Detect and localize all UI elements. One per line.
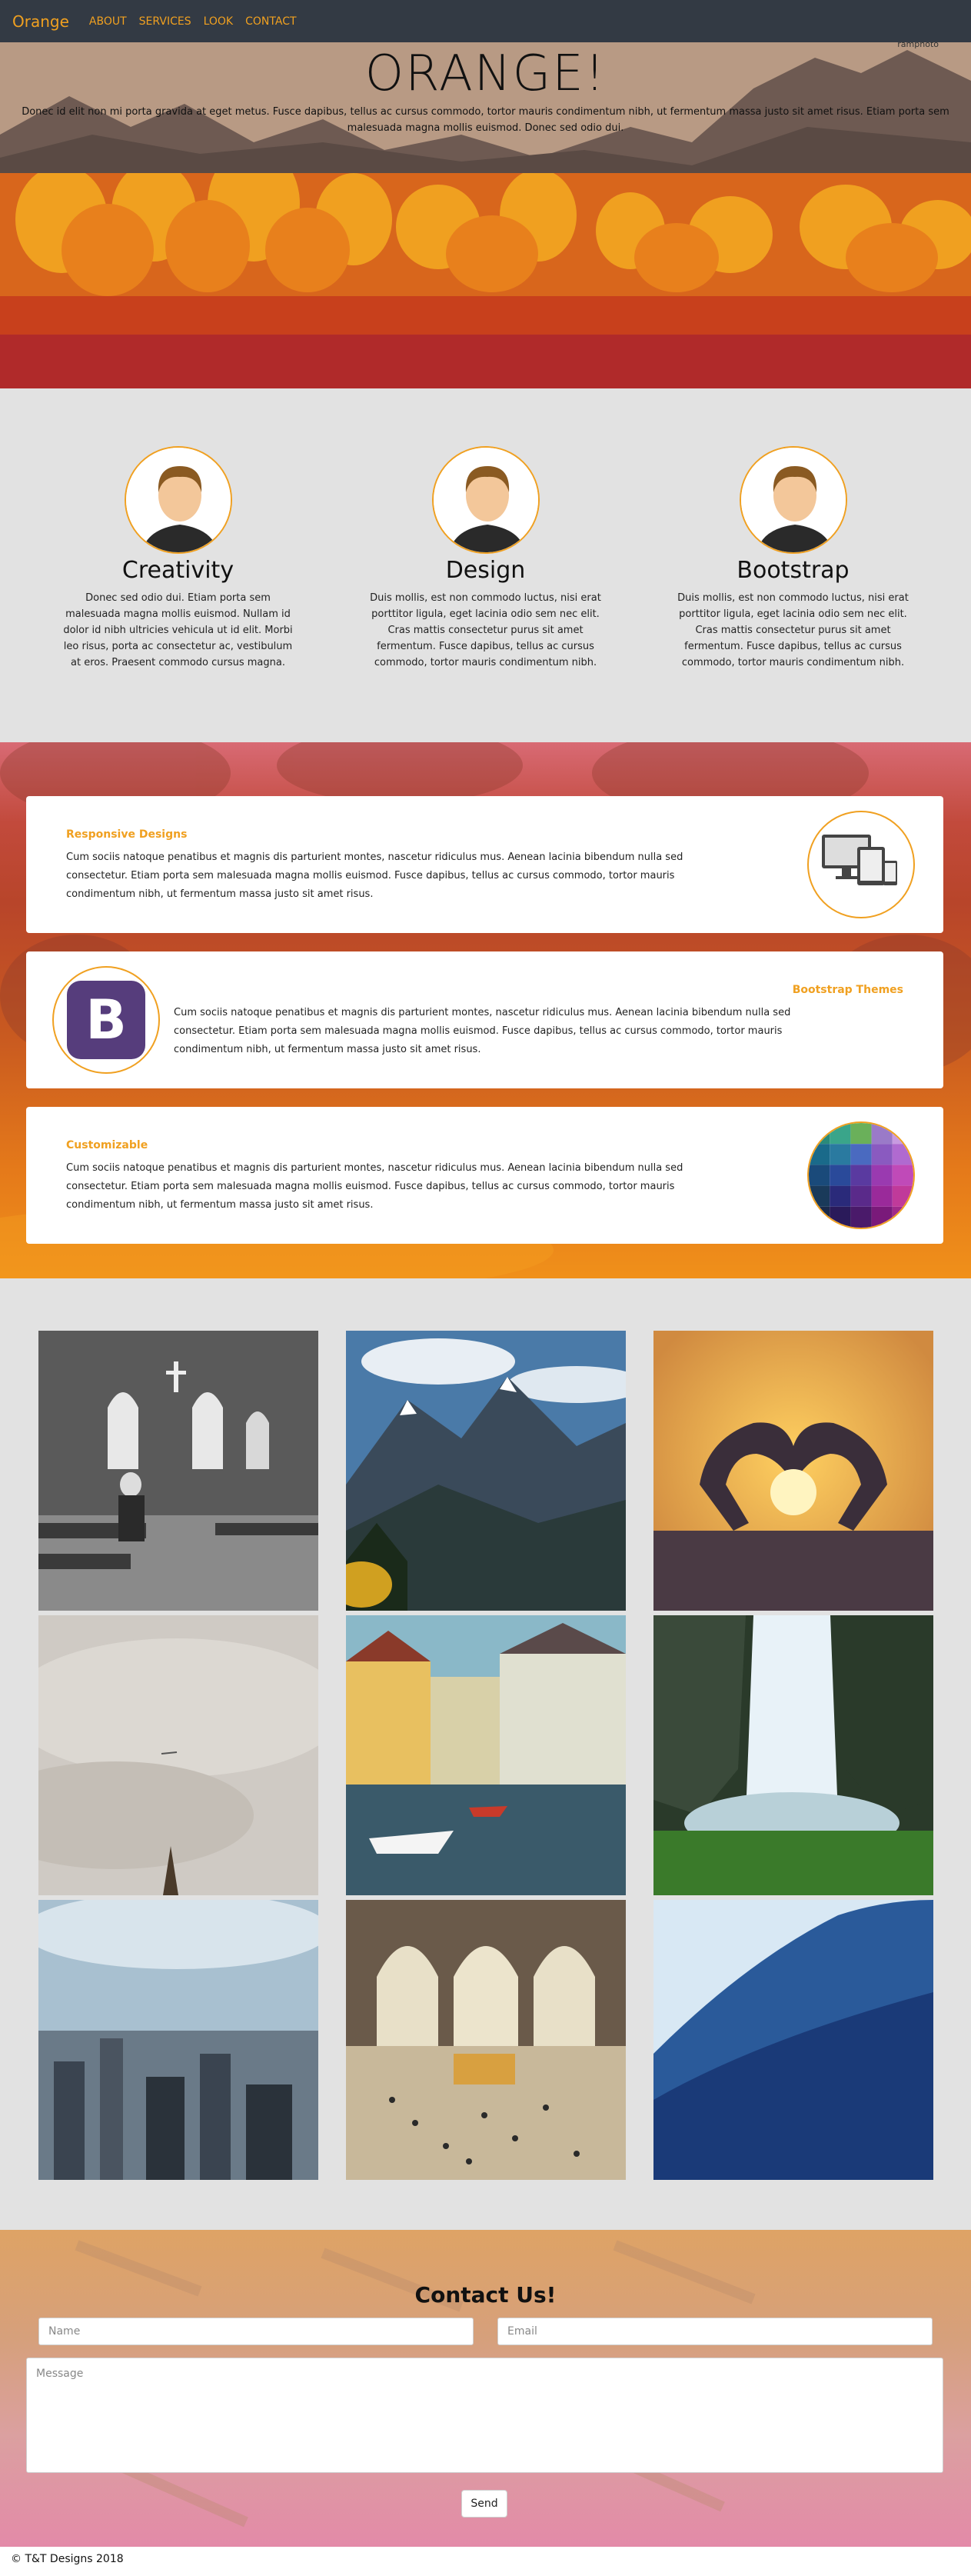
navbar: Orange ABOUT SERVICES LOOK CONTACT <box>0 0 971 42</box>
gallery-section <box>0 1278 971 2230</box>
gallery-image-ocean-wave[interactable] <box>653 1900 933 2180</box>
feature-design: Design Duis mollis, est non commodo luct… <box>332 446 640 742</box>
features-section: Creativity Donec sed odio dui. Etiam por… <box>0 388 971 742</box>
card-title: Customizable <box>66 1139 148 1151</box>
card-responsive-designs: Responsive Designs Cum sociis natoque pe… <box>26 796 943 933</box>
hero-text: Donec id elit non mi porta gravida at eg… <box>22 106 949 134</box>
gallery-image-waterfall[interactable] <box>653 1615 933 1895</box>
feature-title: Design <box>445 557 526 584</box>
feature-bootstrap: Bootstrap Duis mollis, est non commodo l… <box>640 446 947 742</box>
autumn-forest-image <box>0 173 971 388</box>
services-section: Responsive Designs Cum sociis natoque pe… <box>0 742 971 1278</box>
gallery-image-cloudy-sky[interactable] <box>38 1615 318 1895</box>
card-customizable: Customizable Cum sociis natoque penatibu… <box>26 1107 943 1244</box>
gallery-image-mountain[interactable] <box>346 1331 626 1611</box>
nav-link-about[interactable]: ABOUT <box>89 15 127 28</box>
card-text: Cum sociis natoque penatibus et magnis d… <box>66 851 683 900</box>
contact-title: Contact Us! <box>414 2282 557 2308</box>
copyright-text: © T&T Designs 2018 <box>11 2553 124 2565</box>
nav-link-services[interactable]: SERVICES <box>139 15 191 28</box>
nav-link-look[interactable]: LOOK <box>204 15 234 28</box>
feature-title: Creativity <box>121 557 234 584</box>
gallery-image-church[interactable] <box>38 1331 318 1611</box>
brand-link[interactable]: Orange <box>12 12 69 31</box>
contact-section: Contact Us! Send <box>0 2230 971 2547</box>
hero-title: ORANGE! <box>364 45 607 102</box>
card-bootstrap-themes: B Bootstrap Themes Cum sociis natoque pe… <box>26 951 943 1088</box>
gallery-image-train-station[interactable] <box>346 1900 626 2180</box>
card-text: Cum sociis natoque penatibus et magnis d… <box>174 1007 791 1055</box>
gallery-image-canal-town[interactable] <box>346 1615 626 1895</box>
send-button[interactable]: Send <box>461 2490 507 2518</box>
card-title: Bootstrap Themes <box>792 984 903 996</box>
color-palette-icon <box>807 1121 915 1229</box>
user-avatar-icon <box>431 446 540 554</box>
feature-text: Donec sed odio dui. Etiam porta sem male… <box>63 592 293 668</box>
feature-title: Bootstrap <box>737 557 850 584</box>
email-field[interactable] <box>497 2318 933 2345</box>
feature-text: Duis mollis, est non commodo luctus, nis… <box>370 592 601 668</box>
name-field[interactable] <box>38 2318 474 2345</box>
bootstrap-logo-icon: B <box>52 966 160 1074</box>
feature-creativity: Creativity Donec sed odio dui. Etiam por… <box>25 446 332 742</box>
card-title: Responsive Designs <box>66 828 188 841</box>
devices-icon <box>807 811 915 918</box>
user-avatar-icon <box>739 446 847 554</box>
feature-text: Duis mollis, est non commodo luctus, nis… <box>677 592 909 668</box>
nav-link-contact[interactable]: CONTACT <box>245 15 296 28</box>
card-text: Cum sociis natoque penatibus et magnis d… <box>66 1162 683 1211</box>
hero-section: ramphoto ORANGE! Donec id elit non mi po… <box>0 42 971 388</box>
bootstrap-logo-letter: B <box>67 981 145 1059</box>
user-avatar-icon <box>124 446 232 554</box>
message-field[interactable] <box>26 2358 943 2473</box>
footer: © T&T Designs 2018 <box>0 2547 971 2576</box>
gallery-image-city-skyline[interactable] <box>38 1900 318 2180</box>
gallery-image-heart-sunset[interactable] <box>653 1331 933 1611</box>
